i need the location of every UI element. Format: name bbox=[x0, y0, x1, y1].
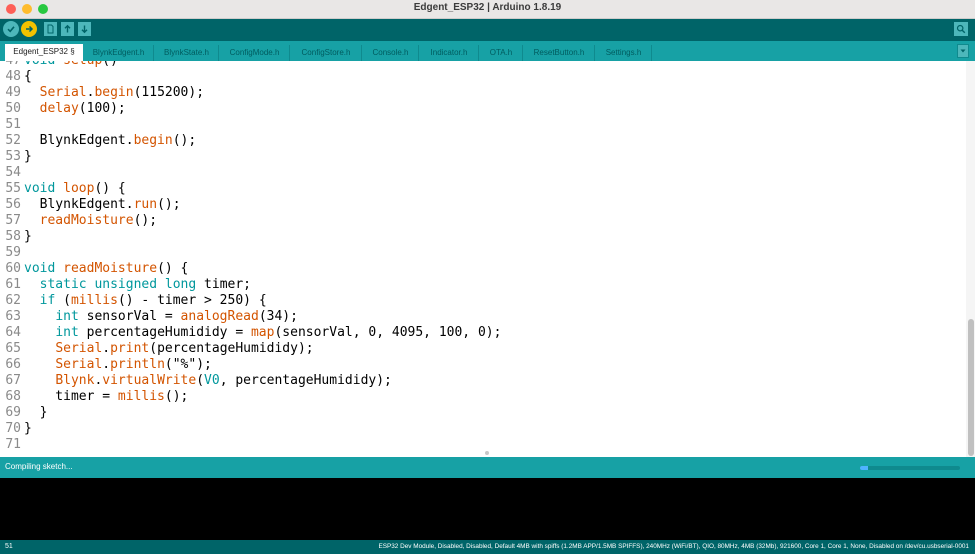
line-number: 47 bbox=[0, 61, 21, 69]
cursor-line-number: 51 bbox=[5, 543, 13, 550]
code-text[interactable]: readMoisture(); bbox=[24, 213, 157, 229]
line-number: 52 bbox=[5, 133, 21, 148]
tab-blynkedgent-h[interactable]: BlynkEdgent.h bbox=[84, 45, 154, 61]
tab-settings-h[interactable]: Settings.h bbox=[596, 45, 652, 61]
line-number: 61 bbox=[5, 277, 21, 292]
toolbar bbox=[0, 19, 975, 41]
compile-progress-fill bbox=[860, 466, 868, 470]
line-number: 49 bbox=[5, 85, 21, 100]
tab-configstore-h[interactable]: ConfigStore.h bbox=[291, 45, 362, 61]
chevron-down-icon bbox=[960, 49, 966, 53]
arrow-up-icon bbox=[64, 24, 71, 33]
line-number: 57 bbox=[5, 213, 21, 228]
line-number: 71 bbox=[5, 437, 21, 452]
line-number: 54 bbox=[5, 165, 21, 180]
line-number: 59 bbox=[5, 245, 21, 260]
code-text[interactable]: } bbox=[24, 421, 32, 437]
tab-bar: Edgent_ESP32 § BlynkEdgent.h BlynkState.… bbox=[0, 41, 975, 61]
line-number: 48 bbox=[5, 69, 21, 84]
line-number: 55 bbox=[5, 181, 21, 196]
code-text[interactable]: void loop() { bbox=[24, 181, 126, 197]
code-text[interactable]: BlynkEdgent.begin(); bbox=[24, 133, 197, 149]
verify-button[interactable] bbox=[3, 21, 19, 37]
code-text[interactable]: void setup() bbox=[24, 61, 118, 69]
line-number: 60 bbox=[5, 261, 21, 276]
code-text[interactable]: Serial.print(percentageHumididy); bbox=[24, 341, 313, 357]
code-text[interactable]: void readMoisture() { bbox=[24, 261, 188, 277]
code-text[interactable]: delay(100); bbox=[24, 101, 126, 117]
tab-resetbutton-h[interactable]: ResetButton.h bbox=[524, 45, 595, 61]
line-number: 50 bbox=[5, 101, 21, 116]
line-number: 65 bbox=[5, 341, 21, 356]
serial-monitor-button[interactable] bbox=[954, 22, 968, 36]
line-number: 66 bbox=[5, 357, 21, 372]
code-text[interactable]: } bbox=[24, 405, 48, 421]
code-text[interactable]: timer = millis(); bbox=[24, 389, 188, 405]
checkmark-icon bbox=[7, 26, 15, 33]
arrow-down-icon bbox=[81, 25, 88, 34]
divider-handle[interactable] bbox=[485, 451, 489, 455]
new-file-icon bbox=[47, 24, 54, 34]
line-number: 70 bbox=[5, 421, 21, 436]
line-number: 51 bbox=[5, 117, 21, 132]
status-message: Compiling sketch... bbox=[5, 462, 73, 471]
open-sketch-button[interactable] bbox=[61, 22, 74, 36]
code-text[interactable]: } bbox=[24, 149, 32, 165]
tab-menu-button[interactable] bbox=[957, 44, 969, 58]
code-text[interactable]: if (millis() - timer > 250) { bbox=[24, 293, 267, 309]
code-text[interactable]: int sensorVal = analogRead(34); bbox=[24, 309, 298, 325]
code-text[interactable]: static unsigned long timer; bbox=[24, 277, 251, 293]
line-number: 69 bbox=[5, 405, 21, 420]
code-text[interactable]: } bbox=[24, 229, 32, 245]
scrollbar-thumb[interactable] bbox=[968, 319, 974, 456]
title-bar: Edgent_ESP32 | Arduino 1.8.19 bbox=[0, 0, 975, 19]
board-info: ESP32 Dev Module, Disabled, Disabled, De… bbox=[378, 543, 969, 550]
line-number: 58 bbox=[5, 229, 21, 244]
tab-ota-h[interactable]: OTA.h bbox=[480, 45, 523, 61]
code-text[interactable]: int percentageHumididy = map(sensorVal, … bbox=[24, 325, 501, 341]
console-output[interactable] bbox=[0, 478, 975, 540]
line-number: 64 bbox=[5, 325, 21, 340]
line-number: 53 bbox=[5, 149, 21, 164]
window-title: Edgent_ESP32 | Arduino 1.8.19 bbox=[413, 2, 562, 13]
tab-configmode-h[interactable]: ConfigMode.h bbox=[220, 45, 290, 61]
tab-console-h[interactable]: Console.h bbox=[363, 45, 419, 61]
line-number: 67 bbox=[5, 373, 21, 388]
tab-edgent-esp32[interactable]: Edgent_ESP32 § bbox=[5, 44, 83, 61]
save-sketch-button[interactable] bbox=[78, 22, 91, 36]
status-bar: Compiling sketch... bbox=[0, 457, 975, 478]
line-number: 56 bbox=[5, 197, 21, 212]
upload-button[interactable] bbox=[21, 21, 37, 37]
code-editor[interactable]: 47void setup()48{49 Serial.begin(115200)… bbox=[0, 61, 966, 457]
magnifier-icon bbox=[956, 24, 966, 34]
code-text[interactable]: Serial.begin(115200); bbox=[24, 85, 204, 101]
line-number: 68 bbox=[5, 389, 21, 404]
code-text[interactable]: BlynkEdgent.run(); bbox=[24, 197, 181, 213]
arrow-right-icon bbox=[26, 25, 34, 33]
line-number: 63 bbox=[5, 309, 21, 324]
line-number: 62 bbox=[5, 293, 21, 308]
footer-bar: 51 ESP32 Dev Module, Disabled, Disabled,… bbox=[0, 540, 975, 554]
code-text[interactable]: Blynk.virtualWrite(V0, percentageHumidid… bbox=[24, 373, 392, 389]
new-sketch-button[interactable] bbox=[44, 22, 57, 36]
tab-blynkstate-h[interactable]: BlynkState.h bbox=[155, 45, 219, 61]
editor-scrollbar[interactable] bbox=[966, 61, 975, 457]
code-text[interactable]: { bbox=[24, 69, 32, 85]
tab-indicator-h[interactable]: Indicator.h bbox=[420, 45, 479, 61]
code-text[interactable]: Serial.println("%"); bbox=[24, 357, 212, 373]
compile-progress-bar bbox=[860, 466, 960, 470]
